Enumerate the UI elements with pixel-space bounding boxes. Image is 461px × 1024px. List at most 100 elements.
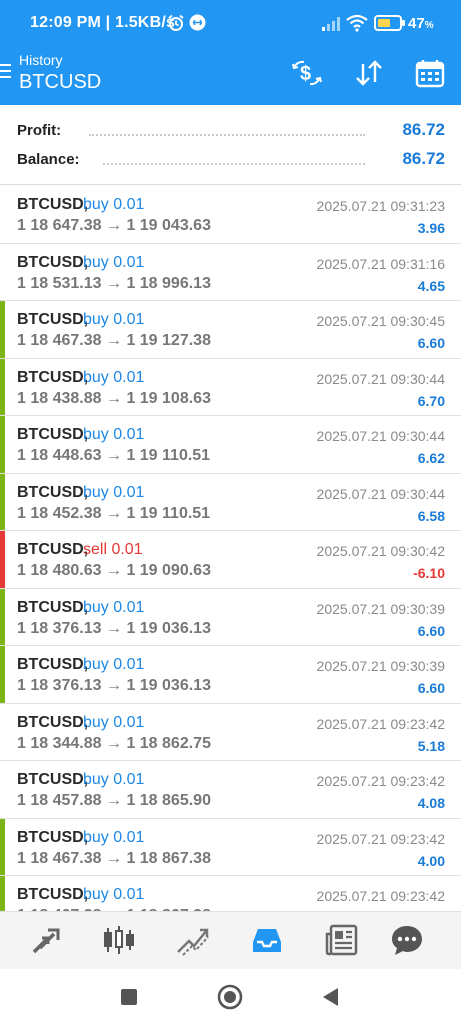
history-inbox-icon[interactable] <box>249 922 285 958</box>
deal-arrow: → <box>105 447 122 464</box>
deal-time: 2025.07.21 09:31:23 <box>316 198 445 214</box>
news-icon[interactable] <box>324 922 360 958</box>
deal-arrow: → <box>105 332 122 349</box>
deal-row[interactable]: BTCUSD, buy 0.01 1 18 457.88 → 1 18 865.90… <box>0 761 461 819</box>
deal-symbol: BTCUSD, <box>17 196 89 213</box>
deal-row[interactable]: BTCUSD, buy 0.01 1 18 448.63 → 1 19 110.51… <box>0 416 461 474</box>
deal-arrow: → <box>105 562 122 579</box>
deal-type: buy 0.01 <box>83 426 145 443</box>
deal-time: 2025.07.21 09:30:44 <box>316 485 445 502</box>
deal-prices: 1 18 457.88 → 1 18 865.90 <box>17 792 211 810</box>
deal-type: buy 0.01 <box>83 483 145 501</box>
deal-time: 2025.07.21 09:30:44 <box>316 428 445 444</box>
page-subtitle: History <box>19 52 63 68</box>
battery-icon <box>374 15 405 31</box>
deal-profit: 3.96 <box>417 220 445 236</box>
deal-prices: 1 18 344.88 → 1 18 862.75 <box>17 735 211 753</box>
deal-open-price: 1 18 376.13 <box>17 677 102 694</box>
trade-chart-icon[interactable] <box>175 922 211 958</box>
deal-row[interactable]: BTCUSD, buy 0.01 1 18 452.38 → 1 19 110.51… <box>0 473 461 531</box>
deal-arrow: → <box>105 217 122 234</box>
deal-status-marker <box>0 301 5 358</box>
deal-status-marker <box>0 588 5 645</box>
deal-open-price: 1 18 438.88 <box>17 389 102 407</box>
deal-status-marker <box>0 531 5 588</box>
deal-close-price: 1 18 996.13 <box>126 274 211 292</box>
deal-profit: 5.18 <box>417 737 445 754</box>
deal-prices: 1 18 480.63 → 1 19 090.63 <box>17 562 211 580</box>
currency-filter-icon[interactable]: $ <box>290 58 324 88</box>
deal-symbol: BTCUSD, <box>17 771 89 788</box>
deal-type: buy 0.01 <box>83 598 145 616</box>
deal-arrow: → <box>105 734 122 752</box>
deal-row[interactable]: BTCUSD, sell 0.01 1 18 480.63 → 1 19 090.6… <box>0 531 461 589</box>
deal-profit: 4.65 <box>417 277 445 294</box>
deal-symbol: BTCUSD, <box>17 426 89 443</box>
recents-square-icon[interactable] <box>115 983 143 1011</box>
deal-prices: 1 18 448.63 → 1 19 110.51 <box>17 447 210 465</box>
deal-open-price: 1 18 376.13 <box>17 619 102 637</box>
deal-type: buy 0.01 <box>83 771 145 788</box>
deal-row[interactable]: BTCUSD,buy 0.011 18 467.38 → 1 18 867.38… <box>0 876 461 911</box>
deal-arrow: → <box>105 504 122 522</box>
deal-open-price: 1 18 531.13 <box>17 274 102 292</box>
deal-time: 2025.07.21 09:30:39 <box>316 600 445 617</box>
back-triangle-icon[interactable] <box>316 983 344 1011</box>
deal-row[interactable]: BTCUSD, buy 0.01 1 18 344.88 → 1 18 862.75… <box>0 704 461 761</box>
deal-close-price: 1 19 090.63 <box>126 562 211 579</box>
deal-open-price: 1 18 647.38 <box>17 217 102 234</box>
deal-row[interactable]: BTCUSD, buy 0.01 1 18 467.38 → 1 19 127.38… <box>0 301 461 359</box>
balance-value: 86.72 <box>402 149 445 168</box>
deal-type: buy 0.01 <box>83 886 145 903</box>
deal-status-marker <box>0 186 5 243</box>
account-summary: Profit: 86.72 Balance: 86.72 <box>0 105 461 185</box>
deal-symbol: BTCUSD, <box>17 311 89 328</box>
deal-close-price: 1 19 036.13 <box>126 619 211 637</box>
deal-arrow: → <box>105 389 122 407</box>
deal-open-price: 1 18 457.88 <box>17 792 102 809</box>
status-time: 12:09 PM | 1.5KB/s <box>30 14 176 31</box>
deal-row[interactable]: BTCUSD, buy 0.01 1 18 647.38 → 1 19 043.63… <box>0 186 461 244</box>
menu-icon[interactable] <box>0 64 12 78</box>
deal-symbol: BTCUSD, <box>17 713 89 731</box>
deal-type: buy 0.01 <box>83 368 145 386</box>
deal-prices: 1 18 452.38 → 1 19 110.51 <box>17 505 210 523</box>
deal-time: 2025.07.21 09:30:39 <box>316 658 445 674</box>
home-circle-icon[interactable] <box>216 983 244 1011</box>
deal-row[interactable]: BTCUSD, buy 0.01 1 18 438.88 → 1 19 108.63… <box>0 358 461 416</box>
deal-profit: 4.08 <box>417 795 445 811</box>
deal-type: buy 0.01 <box>83 196 145 213</box>
calendar-icon[interactable] <box>413 58 447 88</box>
deal-status-marker <box>0 761 5 818</box>
deal-type: buy 0.01 <box>83 311 145 328</box>
deal-close-price: 1 19 108.63 <box>126 389 211 407</box>
deal-row[interactable]: BTCUSD, buy 0.01 1 18 376.13 → 1 19 036.13… <box>0 588 461 646</box>
deal-row[interactable]: BTCUSD,buy 0.011 18 467.38 → 1 18 867.38… <box>0 818 461 876</box>
deal-status-marker <box>0 358 5 415</box>
deal-profit: 6.58 <box>417 507 445 524</box>
deal-status-marker <box>0 646 5 703</box>
deal-symbol: BTCUSD, <box>17 886 89 903</box>
chat-bubble-icon[interactable] <box>389 922 425 958</box>
deal-time: 2025.07.21 09:23:42 <box>316 888 445 904</box>
deal-close-price: 1 19 127.38 <box>126 332 211 349</box>
deal-symbol: BTCUSD, <box>17 598 89 616</box>
deal-profit: 6.62 <box>417 450 445 466</box>
system-nav-bar <box>0 969 461 1024</box>
deal-status-marker <box>0 473 5 530</box>
deal-row[interactable]: BTCUSD, buy 0.01 1 18 376.13 → 1 19 036.13… <box>0 646 461 704</box>
deal-close-price: 1 19 110.51 <box>126 447 211 464</box>
deal-time: 2025.07.21 09:23:42 <box>316 830 445 847</box>
deal-row[interactable]: BTCUSD, buy 0.01 1 18 531.13 → 1 18 996.13… <box>0 244 461 301</box>
sort-icon[interactable] <box>352 58 386 88</box>
candlestick-icon[interactable] <box>101 922 137 958</box>
deal-symbol: BTCUSD, <box>17 541 89 558</box>
deal-prices: 1 18 647.38 → 1 19 043.63 <box>17 217 211 235</box>
top-header: 12:09 PM | 1.5KB/s 47% History BTCUSD $ <box>0 0 461 105</box>
page-title[interactable]: BTCUSD <box>19 71 101 94</box>
quotes-arrows-icon[interactable] <box>28 922 64 958</box>
deal-type: sell 0.01 <box>83 541 143 558</box>
profit-value: 86.72 <box>402 120 445 139</box>
deal-arrow: → <box>105 849 122 867</box>
deals-list[interactable]: BTCUSD, buy 0.01 1 18 647.38 → 1 19 043.63… <box>0 186 461 911</box>
